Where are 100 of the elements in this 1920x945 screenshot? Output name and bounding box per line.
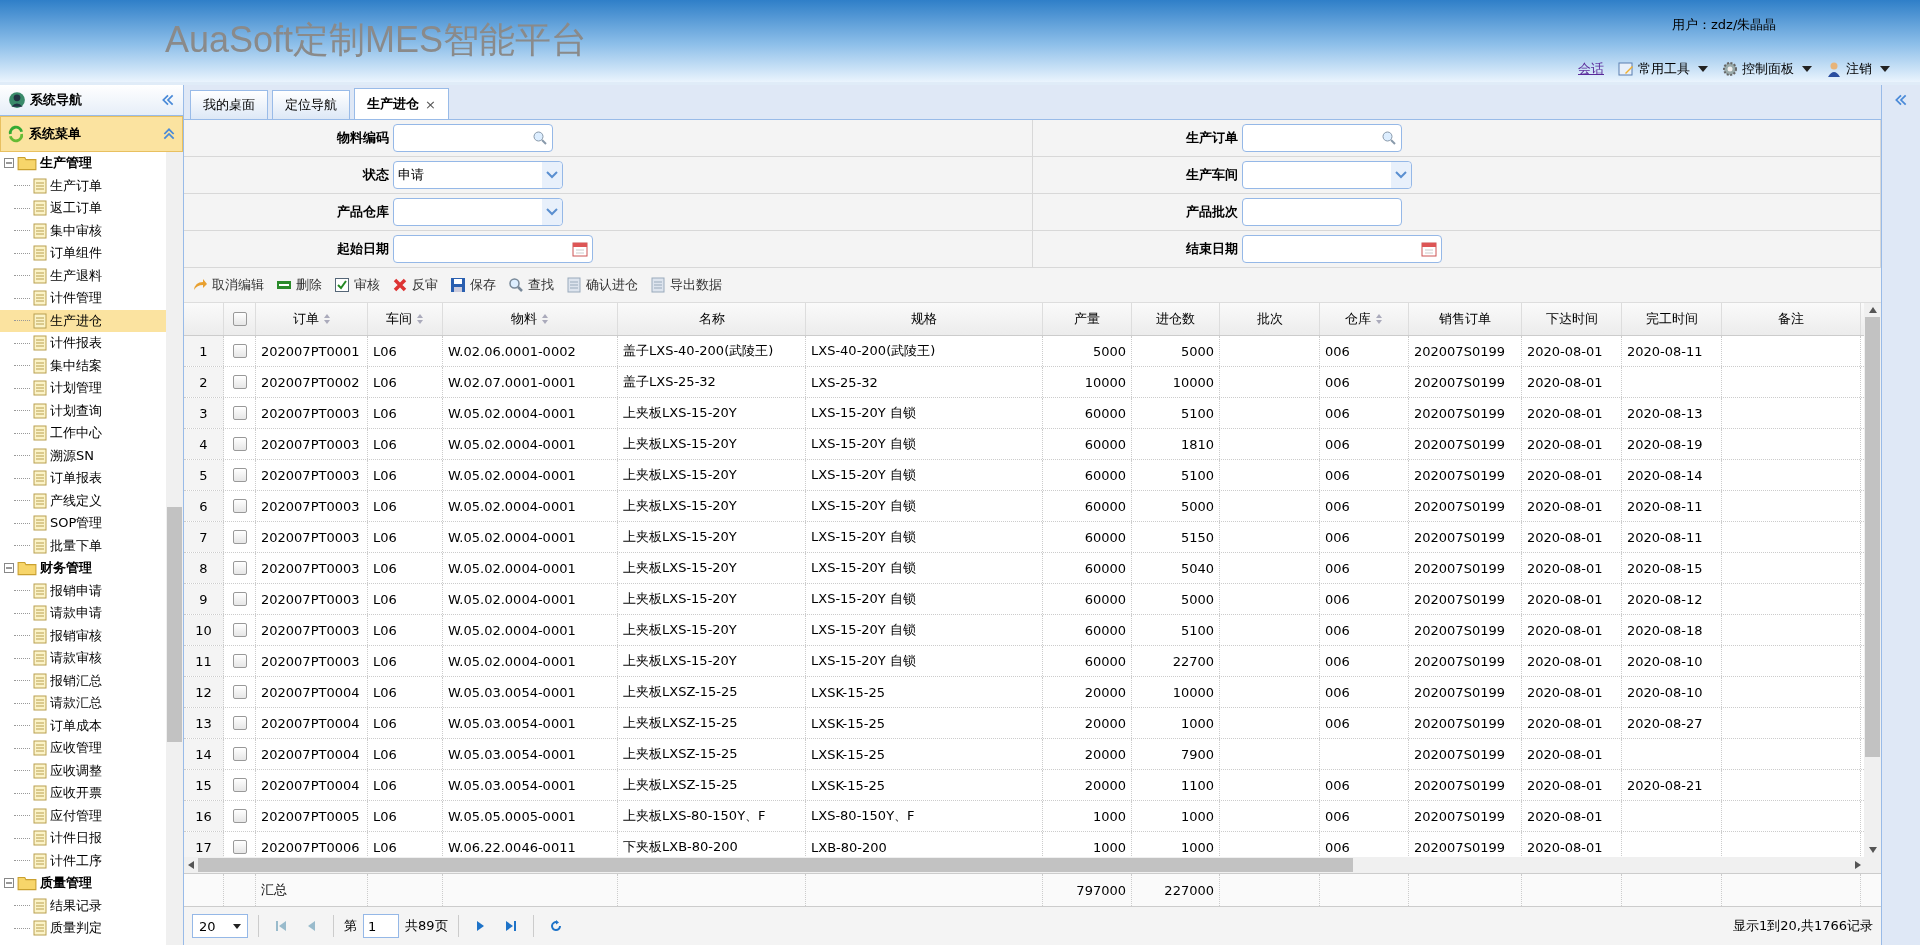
last-page-icon[interactable] xyxy=(504,920,517,932)
toolbar-button[interactable]: 查找 xyxy=(508,276,554,294)
scroll-right-icon[interactable] xyxy=(1855,861,1861,869)
row-checkbox[interactable] xyxy=(232,437,247,451)
close-icon[interactable]: × xyxy=(425,96,436,112)
caret-icon[interactable] xyxy=(1880,66,1890,72)
column-header[interactable]: 进仓数 xyxy=(1132,303,1220,335)
column-header[interactable]: 名称 xyxy=(618,303,806,335)
tree-item[interactable]: 应收管理 xyxy=(0,737,166,760)
tree-item[interactable]: 集中审核 xyxy=(0,219,166,242)
tree-item[interactable]: 质量判定 xyxy=(0,917,166,940)
sort-icon[interactable] xyxy=(541,313,549,325)
toolbar-button[interactable]: 保存 xyxy=(450,276,496,294)
column-header[interactable]: 规格 xyxy=(806,303,1043,335)
input-field[interactable] xyxy=(393,235,593,263)
expander-icon[interactable] xyxy=(4,563,14,574)
row-checkbox[interactable] xyxy=(232,654,247,668)
tree-item[interactable]: 计件工序 xyxy=(0,849,166,872)
row-checkbox[interactable] xyxy=(232,716,247,730)
header-menu[interactable]: 常用工具 xyxy=(1638,60,1690,78)
tree-item[interactable]: 工作中心 xyxy=(0,422,166,445)
input-field[interactable]: 申请 xyxy=(393,161,563,189)
caret-icon[interactable] xyxy=(233,923,241,929)
toolbar-button[interactable]: 导出数据 xyxy=(650,276,722,294)
expand-icon[interactable] xyxy=(1894,93,1908,107)
row-checkbox[interactable] xyxy=(232,685,247,699)
scrollbar[interactable] xyxy=(166,152,183,945)
column-header[interactable]: 备注 xyxy=(1722,303,1861,335)
tree-item[interactable]: 生产订单 xyxy=(0,174,166,197)
row-checkbox[interactable] xyxy=(232,530,247,544)
input-field[interactable] xyxy=(1241,124,1402,152)
page-size-select[interactable]: 20 xyxy=(192,914,248,938)
first-page-icon[interactable] xyxy=(275,920,287,932)
tree-item[interactable]: 报销汇总 xyxy=(0,669,166,692)
tree-item[interactable]: 批量下单 xyxy=(0,534,166,557)
expander-icon[interactable] xyxy=(4,158,14,169)
tree-item[interactable]: SOP管理 xyxy=(0,512,166,535)
row-checkbox[interactable] xyxy=(232,778,247,792)
row-checkbox[interactable] xyxy=(232,468,247,482)
tab[interactable]: 生产进仓 × xyxy=(354,88,449,119)
tree-item[interactable]: 请款申请 xyxy=(0,602,166,625)
tree-group[interactable]: 质量管理 xyxy=(0,872,166,895)
tree-item[interactable]: 计件日报 xyxy=(0,827,166,850)
calendar-icon[interactable] xyxy=(572,241,588,257)
tree-item[interactable]: 请款审核 xyxy=(0,647,166,670)
scroll-left-icon[interactable] xyxy=(188,861,194,869)
caret-icon[interactable] xyxy=(1698,66,1708,72)
tree-item[interactable]: 生产退料 xyxy=(0,264,166,287)
column-header[interactable]: 批次 xyxy=(1220,303,1320,335)
tree-item[interactable]: 订单成本 xyxy=(0,714,166,737)
column-header[interactable]: 完工时间 xyxy=(1622,303,1722,335)
page-input[interactable]: 1 xyxy=(363,914,399,938)
scroll-up-icon[interactable] xyxy=(1868,307,1877,313)
tree-item[interactable]: 返工订单 xyxy=(0,197,166,220)
tree-item[interactable]: 应收调整 xyxy=(0,759,166,782)
column-header[interactable]: 车间 xyxy=(368,303,443,335)
column-header[interactable]: 下达时间 xyxy=(1522,303,1622,335)
tree-item[interactable]: 订单报表 xyxy=(0,467,166,490)
toolbar-button[interactable]: 反审 xyxy=(392,276,438,294)
tree-group[interactable]: 财务管理 xyxy=(0,557,166,580)
column-header[interactable]: 订单 xyxy=(256,303,368,335)
tree-item[interactable]: 溯源SN xyxy=(0,444,166,467)
input-field[interactable] xyxy=(1241,198,1402,226)
sort-icon[interactable] xyxy=(322,313,331,325)
row-checkbox[interactable] xyxy=(232,809,247,823)
tree-item[interactable]: 报销申请 xyxy=(0,579,166,602)
menu-header[interactable]: 系统菜单 xyxy=(0,116,183,152)
tree-item[interactable]: 产线定义 xyxy=(0,489,166,512)
column-header[interactable]: 物料 xyxy=(443,303,618,335)
tab[interactable]: 定位导航 xyxy=(272,90,350,119)
column-header[interactable]: 仓库 xyxy=(1320,303,1409,335)
row-checkbox[interactable] xyxy=(232,344,247,358)
tree-item[interactable]: 订单组件 xyxy=(0,242,166,265)
tree-item[interactable]: 结果记录 xyxy=(0,894,166,917)
row-checkbox[interactable] xyxy=(232,747,247,761)
horizontal-scrollbar[interactable] xyxy=(184,857,1881,873)
input-field[interactable] xyxy=(1241,235,1442,263)
toolbar-button[interactable]: 取消编辑 xyxy=(192,276,264,294)
row-checkbox[interactable] xyxy=(232,561,247,575)
collapse-icon[interactable] xyxy=(162,127,176,141)
tree-item[interactable]: 应收开票 xyxy=(0,782,166,805)
row-checkbox[interactable] xyxy=(232,375,247,389)
input-field[interactable] xyxy=(1241,161,1412,189)
sort-icon[interactable] xyxy=(416,313,424,325)
input-field[interactable] xyxy=(393,198,563,226)
header-menu[interactable]: 注销 xyxy=(1846,60,1872,78)
caret-icon[interactable] xyxy=(1802,66,1812,72)
column-header[interactable]: 产量 xyxy=(1043,303,1132,335)
tree-item[interactable]: 请款汇总 xyxy=(0,692,166,715)
refresh-icon[interactable] xyxy=(549,920,562,932)
tree-item[interactable]: 计件报表 xyxy=(0,332,166,355)
sort-icon[interactable] xyxy=(1375,313,1383,325)
select-all-checkbox[interactable] xyxy=(232,312,247,326)
tree-group[interactable]: 生产管理 xyxy=(0,152,166,175)
scrollbar[interactable] xyxy=(1864,303,1881,857)
row-checkbox[interactable] xyxy=(232,592,247,606)
row-checkbox[interactable] xyxy=(232,840,247,854)
toolbar-button[interactable]: 审核 xyxy=(334,276,380,294)
tree-item[interactable]: 应付管理 xyxy=(0,804,166,827)
row-checkbox[interactable] xyxy=(232,499,247,513)
